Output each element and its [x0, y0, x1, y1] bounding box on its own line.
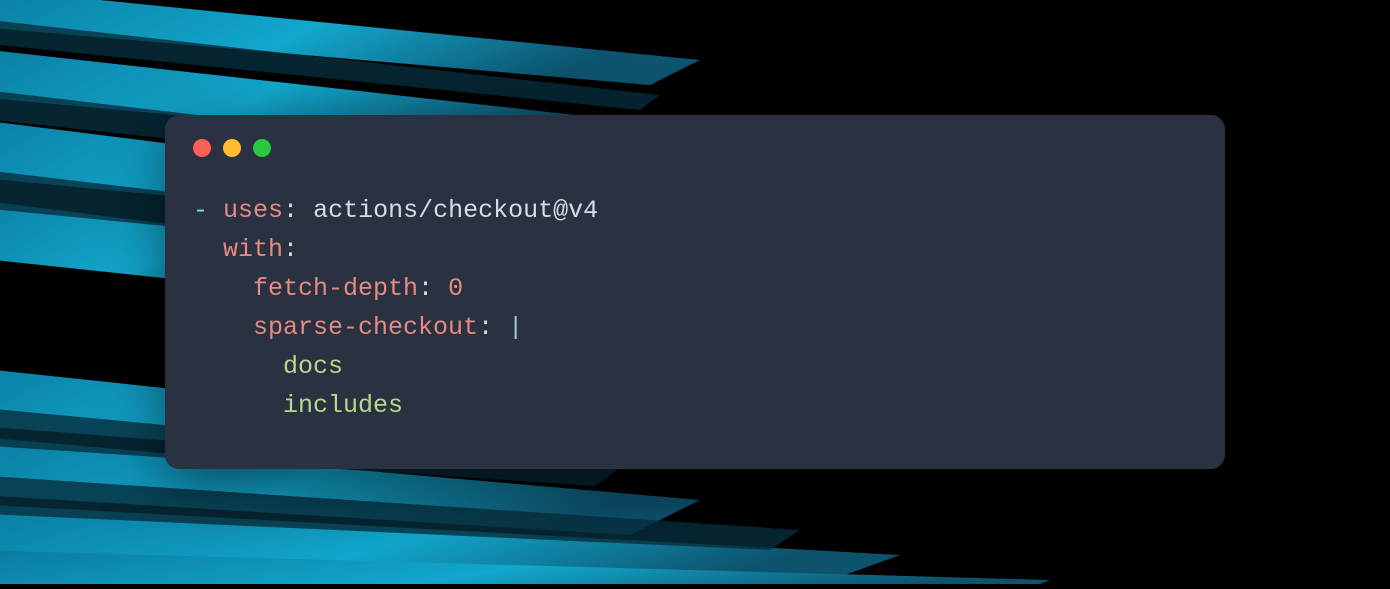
terminal-window: - uses: actions/checkout@v4 with: fetch-… [165, 115, 1225, 469]
yaml-key-sparse-checkout: sparse-checkout [253, 313, 478, 342]
yaml-key-fetch-depth: fetch-depth [253, 274, 418, 303]
minimize-icon[interactable] [223, 139, 241, 157]
yaml-colon: : [283, 196, 298, 225]
code-content: - uses: actions/checkout@v4 with: fetch-… [193, 191, 1197, 425]
yaml-string-includes: includes [283, 391, 403, 420]
close-icon[interactable] [193, 139, 211, 157]
yaml-pipe: | [493, 313, 523, 342]
yaml-string-docs: docs [283, 352, 343, 381]
yaml-key-uses: uses [223, 196, 283, 225]
window-controls [193, 139, 1197, 157]
yaml-number: 0 [433, 274, 463, 303]
yaml-key-with: with [223, 235, 283, 264]
yaml-colon: : [478, 313, 493, 342]
maximize-icon[interactable] [253, 139, 271, 157]
yaml-colon: : [418, 274, 433, 303]
yaml-dash: - [193, 196, 208, 225]
yaml-colon: : [283, 235, 298, 264]
yaml-value-action: actions/checkout@v4 [298, 196, 598, 225]
